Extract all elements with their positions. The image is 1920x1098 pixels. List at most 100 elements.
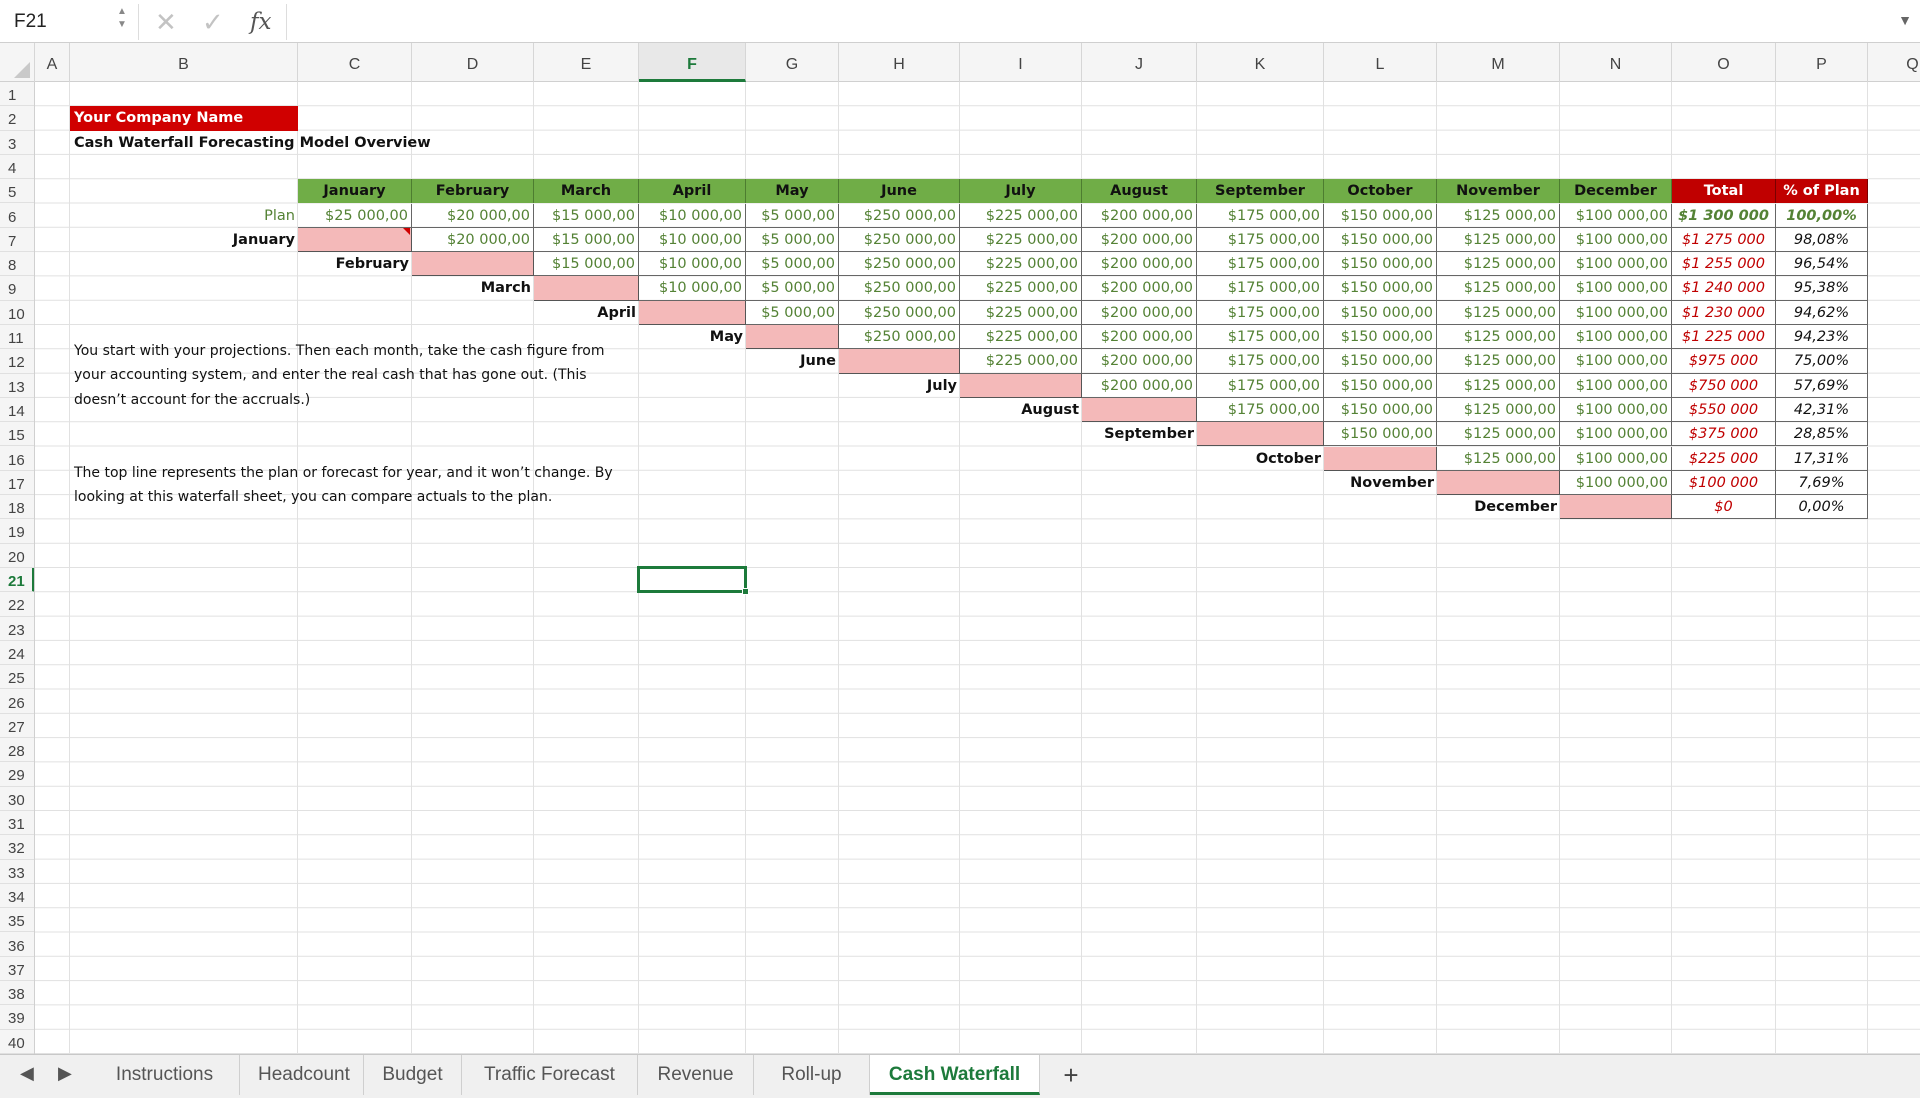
actual-entry-cell[interactable] <box>1324 446 1437 471</box>
forecast-value-cell[interactable]: $10 000,00 <box>639 252 746 277</box>
total-cell[interactable]: $0 <box>1672 495 1776 520</box>
row-label-april[interactable]: April <box>534 301 639 325</box>
month-header-october[interactable]: October <box>1324 179 1437 204</box>
row-header-39[interactable]: 39 <box>0 1005 34 1030</box>
cancel-icon[interactable]: ✕ <box>155 6 177 38</box>
forecast-value-cell[interactable]: $125 000,00 <box>1437 349 1560 374</box>
company-name-cell[interactable]: Your Company Name <box>70 106 298 131</box>
row-header-33[interactable]: 33 <box>0 860 34 884</box>
row-header-27[interactable]: 27 <box>0 714 34 739</box>
forecast-value-cell[interactable]: $100 000,00 <box>1560 227 1672 253</box>
forecast-value-cell[interactable]: $200 000,00 <box>1082 276 1197 301</box>
row-header-23[interactable]: 23 <box>0 617 34 641</box>
row-header-28[interactable]: 28 <box>0 738 34 763</box>
row-header-9[interactable]: 9 <box>0 276 34 301</box>
forecast-value-cell[interactable]: $15 000,00 <box>534 252 639 277</box>
column-header-k[interactable]: K <box>1197 43 1324 82</box>
total-header[interactable]: Total <box>1672 179 1776 204</box>
fill-handle[interactable] <box>742 588 749 596</box>
month-header-december[interactable]: December <box>1560 179 1672 204</box>
row-header-38[interactable]: 38 <box>0 981 34 1006</box>
plan-value-cell[interactable]: $250 000,00 <box>839 203 960 228</box>
add-sheet-icon[interactable]: + <box>1046 1055 1096 1095</box>
row-label-october[interactable]: October <box>1197 447 1324 471</box>
row-header-25[interactable]: 25 <box>0 665 34 690</box>
sheet-tab-headcount[interactable]: Headcount <box>240 1055 364 1095</box>
plan-value-cell[interactable]: $20 000,00 <box>412 203 534 228</box>
forecast-value-cell[interactable]: $150 000,00 <box>1324 276 1437 301</box>
forecast-value-cell[interactable]: $20 000,00 <box>412 227 534 253</box>
pct-cell[interactable]: 28,85% <box>1776 422 1868 447</box>
select-all-button[interactable] <box>0 43 35 82</box>
pct-cell[interactable]: 94,23% <box>1776 325 1868 350</box>
column-header-f[interactable]: F <box>639 43 746 82</box>
total-cell[interactable]: $100 000 <box>1672 470 1776 496</box>
forecast-value-cell[interactable]: $100 000,00 <box>1560 397 1672 423</box>
forecast-value-cell[interactable]: $100 000,00 <box>1560 252 1672 277</box>
forecast-value-cell[interactable]: $5 000,00 <box>746 252 839 277</box>
forecast-value-cell[interactable]: $225 000,00 <box>960 227 1082 253</box>
row-header-31[interactable]: 31 <box>0 811 34 836</box>
pct-cell[interactable]: 75,00% <box>1776 349 1868 374</box>
sheet-tab-traffic-forecast[interactable]: Traffic Forecast <box>462 1055 638 1095</box>
row-header-29[interactable]: 29 <box>0 762 34 787</box>
pct-cell[interactable]: 95,38% <box>1776 276 1868 301</box>
month-header-september[interactable]: September <box>1197 179 1324 204</box>
row-header-20[interactable]: 20 <box>0 544 34 568</box>
row-header-6[interactable]: 6 <box>0 204 34 228</box>
forecast-value-cell[interactable]: $100 000,00 <box>1560 422 1672 447</box>
row-header-32[interactable]: 32 <box>0 835 34 860</box>
next-sheet-icon[interactable]: ▶ <box>58 1063 72 1084</box>
month-header-may[interactable]: May <box>746 179 839 204</box>
total-cell[interactable]: $1 240 000 <box>1672 276 1776 301</box>
forecast-value-cell[interactable]: $150 000,00 <box>1324 325 1437 350</box>
forecast-value-cell[interactable]: $125 000,00 <box>1437 252 1560 277</box>
actual-entry-cell[interactable] <box>1082 397 1197 423</box>
pct-cell[interactable]: 100,00% <box>1776 203 1868 228</box>
forecast-value-cell[interactable]: $100 000,00 <box>1560 349 1672 374</box>
row-header-12[interactable]: 12 <box>0 349 34 374</box>
row-label-august[interactable]: August <box>960 398 1082 422</box>
chevron-down-icon[interactable]: ▼ <box>1898 12 1912 28</box>
row-header-26[interactable]: 26 <box>0 690 34 714</box>
column-header-l[interactable]: L <box>1324 43 1437 82</box>
column-header-j[interactable]: J <box>1082 43 1197 82</box>
column-header-e[interactable]: E <box>534 43 639 82</box>
forecast-value-cell[interactable]: $225 000,00 <box>960 300 1082 325</box>
row-header-1[interactable]: 1 <box>0 82 34 107</box>
plan-label[interactable]: Plan <box>70 204 298 228</box>
forecast-value-cell[interactable]: $5 000,00 <box>746 276 839 301</box>
month-header-march[interactable]: March <box>534 179 639 204</box>
row-header-15[interactable]: 15 <box>0 422 34 447</box>
total-cell[interactable]: $375 000 <box>1672 422 1776 447</box>
forecast-value-cell[interactable]: $175 000,00 <box>1197 300 1324 325</box>
forecast-value-cell[interactable]: $100 000,00 <box>1560 373 1672 398</box>
forecast-value-cell[interactable]: $10 000,00 <box>639 227 746 253</box>
forecast-value-cell[interactable]: $225 000,00 <box>960 349 1082 374</box>
pct-cell[interactable]: 94,62% <box>1776 300 1868 325</box>
pct-cell[interactable]: 0,00% <box>1776 495 1868 520</box>
forecast-value-cell[interactable]: $175 000,00 <box>1197 276 1324 301</box>
forecast-value-cell[interactable]: $200 000,00 <box>1082 252 1197 277</box>
total-cell[interactable]: $1 225 000 <box>1672 325 1776 350</box>
forecast-value-cell[interactable]: $200 000,00 <box>1082 349 1197 374</box>
comment-indicator-icon[interactable] <box>403 227 410 235</box>
forecast-value-cell[interactable]: $250 000,00 <box>839 227 960 253</box>
sheet-tab-cash-waterfall[interactable]: Cash Waterfall <box>870 1055 1040 1095</box>
confirm-icon[interactable]: ✓ <box>202 6 224 38</box>
plan-value-cell[interactable]: $200 000,00 <box>1082 203 1197 228</box>
forecast-value-cell[interactable]: $200 000,00 <box>1082 373 1197 398</box>
forecast-value-cell[interactable]: $125 000,00 <box>1437 325 1560 350</box>
pct-cell[interactable]: 17,31% <box>1776 446 1868 471</box>
row-header-13[interactable]: 13 <box>0 374 34 398</box>
column-header-p[interactable]: P <box>1776 43 1868 82</box>
total-cell[interactable]: $550 000 <box>1672 397 1776 423</box>
plan-value-cell[interactable]: $10 000,00 <box>639 203 746 228</box>
column-header-o[interactable]: O <box>1672 43 1776 82</box>
month-header-july[interactable]: July <box>960 179 1082 204</box>
plan-value-cell[interactable]: $125 000,00 <box>1437 203 1560 228</box>
row-header-36[interactable]: 36 <box>0 933 34 957</box>
previous-sheet-icon[interactable]: ◀ <box>20 1063 34 1084</box>
actual-entry-cell[interactable] <box>839 349 960 374</box>
forecast-value-cell[interactable]: $150 000,00 <box>1324 300 1437 325</box>
